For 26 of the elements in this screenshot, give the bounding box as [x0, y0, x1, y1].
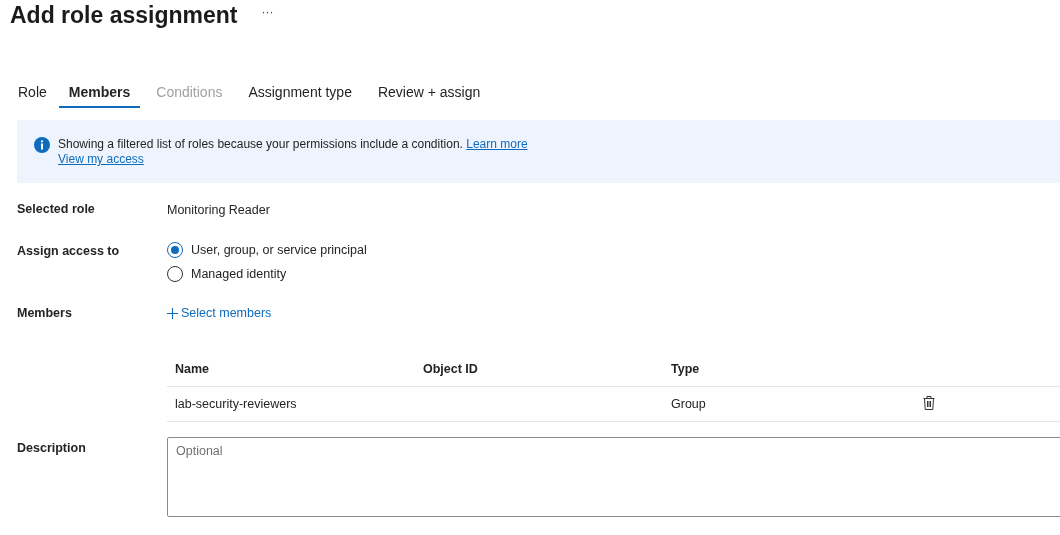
radio-label[interactable]: User, group, or service principal [191, 243, 367, 257]
link[interactable]: View my access [58, 152, 144, 166]
plus-icon [167, 307, 178, 319]
tab[interactable]: Assignment type [238, 78, 362, 108]
table-cell-text: lab-security-reviewers [174, 397, 298, 411]
page-title: Add role assignment [10, 1, 238, 29]
select-members-button[interactable]: Select members [167, 306, 272, 320]
selected-role-value: Monitoring Reader [167, 203, 270, 217]
field-label: Selected role [17, 202, 96, 217]
delete-icon[interactable] [923, 395, 935, 410]
column-header: Name [174, 362, 211, 376]
tab[interactable]: Review + assign [367, 78, 491, 108]
field-label: Description [17, 440, 87, 457]
info-message: Showing a filtered list of roles because your permissions include a condition. [58, 137, 463, 151]
radio-label[interactable]: Managed identity [191, 267, 287, 281]
column-header: Object ID [422, 362, 479, 376]
tab[interactable]: Members [58, 78, 141, 108]
field-label: Members [17, 306, 73, 320]
column-header: Type [670, 362, 701, 376]
tab[interactable]: Role [8, 78, 57, 108]
more-button[interactable]: ··· [259, 5, 276, 19]
table-cell-text: Group [670, 397, 707, 411]
description-field[interactable]: Optional [167, 437, 1060, 517]
link[interactable]: Learn more [466, 137, 528, 151]
field-label: Assign access to [17, 243, 121, 260]
info-icon [34, 137, 50, 153]
